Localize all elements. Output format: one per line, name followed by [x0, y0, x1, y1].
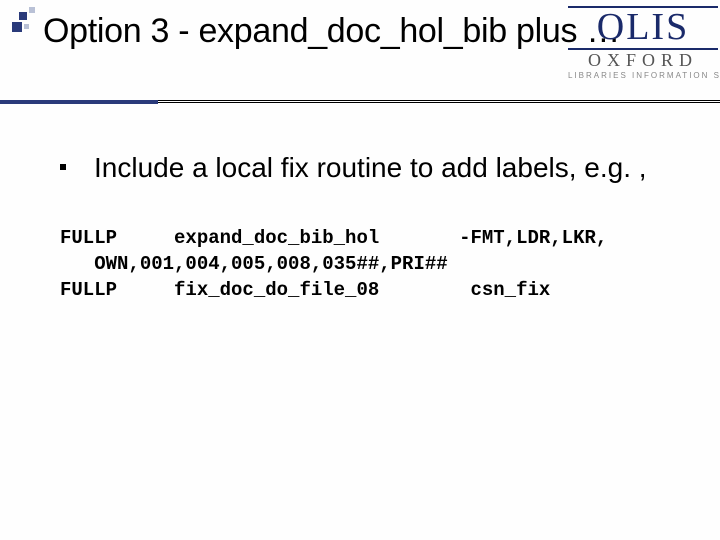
bullet-icon	[60, 164, 66, 170]
bullet-item: Include a local fix routine to add label…	[60, 150, 660, 186]
code-block: FULLP expand_doc_bib_hol -FMT,LDR,LKR, O…	[60, 226, 660, 303]
logo-org: OXFORD	[568, 50, 718, 71]
code-line: FULLP expand_doc_bib_hol -FMT,LDR,LKR,	[60, 227, 607, 249]
logo-brand: OLIS	[568, 6, 718, 50]
corner-decoration	[12, 4, 40, 44]
slide-body: Include a local fix routine to add label…	[60, 150, 660, 303]
logo-subtitle: LIBRARIES INFORMATION SYSTEM	[568, 71, 718, 80]
code-line: FULLP fix_doc_do_file_08 csn_fix	[60, 279, 550, 301]
slide-title: Option 3 - expand_doc_hol_bib plus …	[43, 10, 620, 53]
code-line: OWN,001,004,005,008,035##,PRI##	[60, 253, 448, 275]
bullet-text: Include a local fix routine to add label…	[94, 150, 647, 186]
title-rule-accent	[0, 100, 158, 104]
olis-logo: OLIS OXFORD LIBRARIES INFORMATION SYSTEM	[568, 6, 718, 80]
